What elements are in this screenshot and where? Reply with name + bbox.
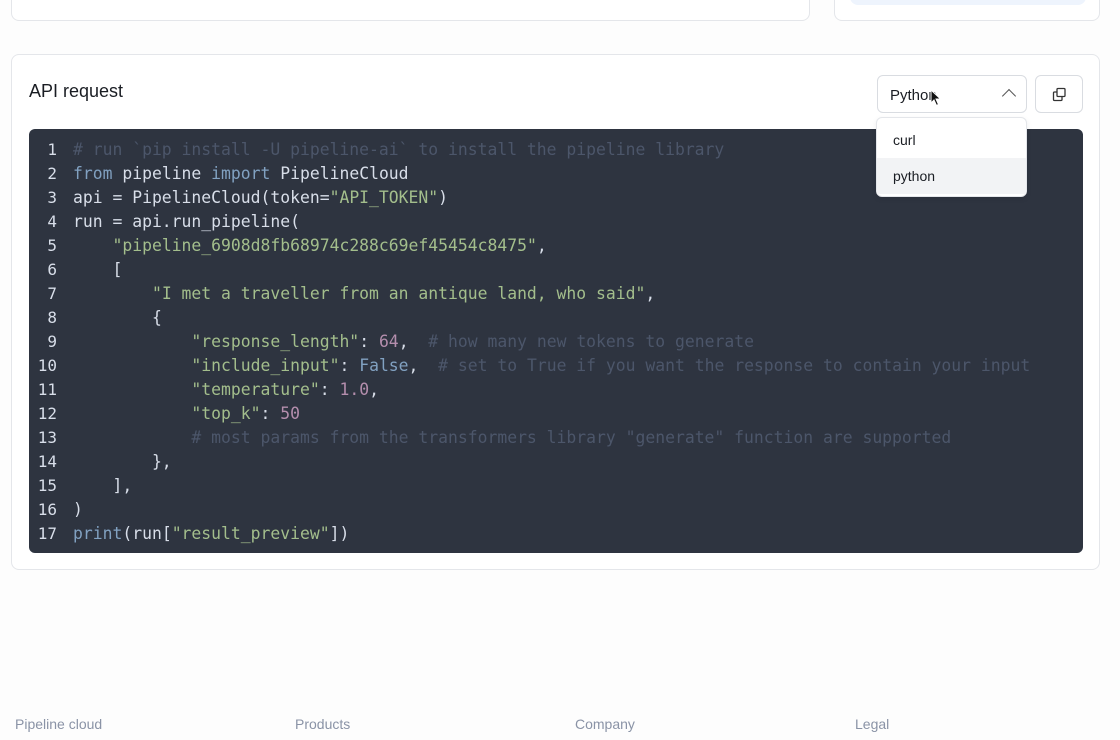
code-text: )	[438, 188, 449, 207]
line-number: 8	[47, 308, 57, 327]
code-text: pipeline	[112, 164, 212, 183]
code-text: ])	[329, 524, 350, 543]
code-line: 16)	[29, 498, 1083, 522]
code-string: "pipeline_6908d8fb68974c288c69ef45454c84…	[112, 236, 537, 255]
code-text: run = api.run_pipeline(	[73, 212, 300, 231]
line-number: 1	[47, 140, 57, 159]
menu-item-python[interactable]: python	[877, 158, 1026, 194]
code-comment: # run `pip install -U pipeline-ai` to in…	[73, 140, 725, 159]
code-number: 64	[378, 332, 399, 351]
line-number: 13	[37, 428, 57, 447]
code-comment: # how many new tokens to generate	[428, 332, 754, 351]
code-line: 14 },	[29, 450, 1083, 474]
code-line: 11 "temperature": 1.0,	[29, 378, 1083, 402]
code-number: 1.0	[339, 380, 370, 399]
code-line: 13 # most params from the transformers l…	[29, 426, 1083, 450]
footer-company[interactable]: Company	[575, 716, 635, 732]
menu-item-curl[interactable]: curl	[877, 122, 1026, 158]
footer-legal[interactable]: Legal	[855, 716, 889, 732]
line-number: 10	[37, 356, 57, 375]
code-comment: # most params from the transformers libr…	[191, 428, 952, 447]
line-number: 17	[37, 524, 57, 543]
section-title: API request	[29, 81, 124, 101]
copy-button[interactable]	[1035, 75, 1083, 113]
code-text: )	[73, 500, 83, 519]
code-keyword: from	[73, 164, 113, 183]
language-dropdown-menu: curl python	[876, 117, 1027, 197]
line-number: 14	[37, 452, 57, 471]
footer-products[interactable]: Products	[295, 716, 350, 732]
line-number: 3	[47, 188, 57, 207]
code-line: 8 {	[29, 306, 1083, 330]
language-select[interactable]: Python	[877, 75, 1027, 113]
code-line: 10 "include_input": False, # set to True…	[29, 354, 1083, 378]
code-number: 50	[280, 404, 300, 423]
code-text: },	[73, 452, 172, 471]
code-string: "I met a traveller from an antique land,…	[151, 284, 646, 303]
code-text: ,	[408, 356, 439, 375]
code-text: :	[339, 356, 360, 375]
chevron-up-icon	[1001, 88, 1017, 104]
code-text: ,	[536, 236, 547, 255]
code-keyword: import	[211, 164, 271, 183]
code-line: 15 ],	[29, 474, 1083, 498]
line-number: 6	[47, 260, 57, 279]
line-number: 15	[37, 476, 57, 495]
footer-pipeline-cloud[interactable]: Pipeline cloud	[15, 716, 102, 732]
code-comment: # set to True if you want the response t…	[438, 356, 1031, 375]
code-string: "API_TOKEN"	[329, 188, 439, 207]
previous-card	[11, 0, 810, 21]
code-string: "top_k"	[191, 404, 261, 423]
copy-icon	[1052, 87, 1066, 102]
line-number: 11	[37, 380, 57, 399]
code-text: {	[73, 308, 162, 327]
highlight-box	[850, 0, 1086, 5]
code-line: 17 print(run["result_preview"])	[29, 522, 1083, 546]
code-line: 5 "pipeline_6908d8fb68974c288c69ef45454c…	[29, 234, 1083, 258]
code-string: "temperature"	[191, 380, 320, 399]
previous-side-card	[834, 0, 1100, 21]
code-line: 12 "top_k": 50	[29, 402, 1083, 426]
code-line: 7 "I met a traveller from an antique lan…	[29, 282, 1083, 306]
line-number: 5	[47, 236, 57, 255]
code-line: 9 "response_length": 64, # how many new …	[29, 330, 1083, 354]
line-number: 7	[47, 284, 57, 303]
code-text: (run[	[122, 524, 172, 543]
line-number: 4	[47, 212, 57, 231]
line-number: 2	[47, 164, 57, 183]
code-text: :	[359, 332, 379, 351]
code-line: 6 [	[29, 258, 1083, 282]
code-text: :	[260, 404, 281, 423]
code-text: ,	[398, 332, 429, 351]
code-line: 4 run = api.run_pipeline(	[29, 210, 1083, 234]
code-string: "response_length"	[191, 332, 360, 351]
code-text: [	[73, 260, 123, 279]
line-number: 12	[37, 404, 57, 423]
line-number: 16	[37, 500, 57, 519]
code-text: PipelineCloud	[270, 164, 409, 183]
code-text: ],	[73, 476, 133, 495]
code-text: ,	[645, 284, 656, 303]
code-string: "result_preview"	[171, 524, 330, 543]
code-keyword: print	[73, 524, 123, 543]
code-text: ,	[369, 380, 379, 399]
code-keyword: False	[359, 356, 409, 375]
code-text: api = PipelineCloud(token=	[73, 188, 330, 207]
mouse-cursor-icon	[930, 89, 942, 107]
code-text: :	[319, 380, 340, 399]
code-string: "include_input"	[191, 356, 340, 375]
line-number: 9	[47, 332, 57, 351]
